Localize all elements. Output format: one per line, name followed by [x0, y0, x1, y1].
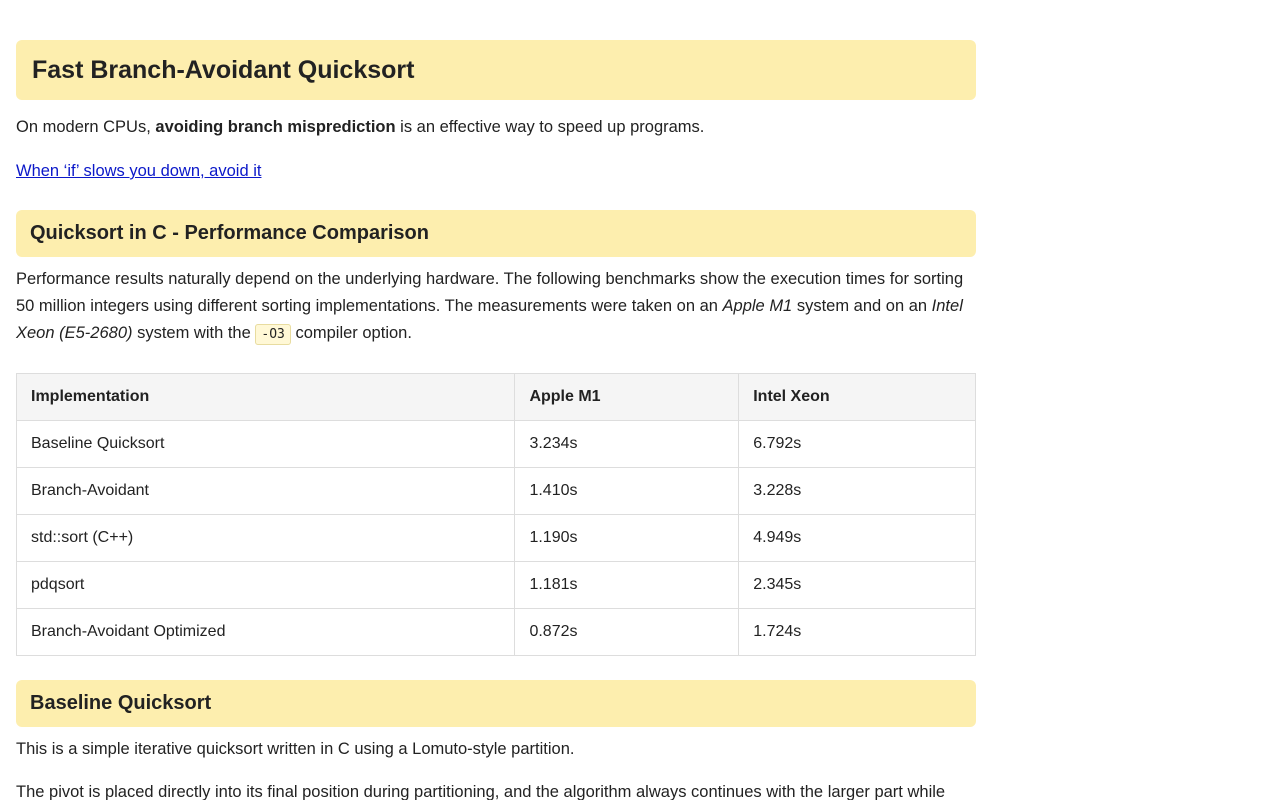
- cell-intel-xeon: 1.724s: [738, 608, 976, 656]
- cell-implementation: std::sort (C++): [15, 514, 516, 562]
- cell-apple-m1: 1.181s: [514, 561, 740, 609]
- system-apple-m1: Apple M1: [722, 297, 793, 315]
- section-title-performance: Quicksort in C - Performance Comparison: [30, 222, 429, 244]
- performance-text-3: system with the: [132, 324, 256, 342]
- column-header-apple-m1: Apple M1: [514, 373, 740, 421]
- page-title: Fast Branch-Avoidant Quicksort: [32, 55, 415, 84]
- title-banner: Fast Branch-Avoidant Quicksort: [16, 40, 976, 100]
- cell-apple-m1: 0.872s: [514, 608, 740, 656]
- cell-implementation: Branch-Avoidant Optimized: [15, 608, 516, 656]
- table-row: Branch-Avoidant Optimized 0.872s 1.724s: [15, 608, 976, 656]
- cell-implementation: Branch-Avoidant: [15, 467, 516, 515]
- intro-text-start: On modern CPUs,: [16, 118, 156, 136]
- column-header-implementation: Implementation: [15, 373, 516, 421]
- table-row: Branch-Avoidant 1.410s 3.228s: [15, 467, 976, 515]
- link-paragraph: When ‘if’ slows you down, avoid it: [16, 158, 976, 185]
- related-article-link[interactable]: When ‘if’ slows you down, avoid it: [16, 162, 261, 180]
- table-row: std::sort (C++) 1.190s 4.949s: [15, 514, 976, 562]
- benchmark-table: Implementation Apple M1 Intel Xeon Basel…: [15, 373, 976, 656]
- table-row: Baseline Quicksort 3.234s 6.792s: [15, 420, 976, 468]
- table-header-row: Implementation Apple M1 Intel Xeon: [15, 373, 976, 421]
- table-row: pdqsort 1.181s 2.345s: [15, 561, 976, 609]
- column-header-intel-xeon: Intel Xeon: [738, 373, 976, 421]
- section-heading-baseline: Baseline Quicksort: [16, 680, 976, 727]
- cell-apple-m1: 1.190s: [514, 514, 740, 562]
- intro-emphasis: avoiding branch misprediction: [155, 118, 396, 136]
- intro-text-end: is an effective way to speed up programs…: [395, 118, 705, 136]
- intro-paragraph: On modern CPUs, avoiding branch mispredi…: [16, 114, 976, 141]
- section-heading-performance: Quicksort in C - Performance Comparison: [16, 210, 976, 257]
- cell-intel-xeon: 3.228s: [738, 467, 976, 515]
- cell-implementation: pdqsort: [15, 561, 516, 609]
- performance-text-4: compiler option.: [290, 324, 412, 342]
- cell-intel-xeon: 6.792s: [738, 420, 976, 468]
- cell-intel-xeon: 2.345s: [738, 561, 976, 609]
- performance-text-2: system and on an: [792, 297, 932, 315]
- performance-paragraph: Performance results naturally depend on …: [16, 266, 976, 348]
- compiler-flag-code: -O3: [255, 324, 291, 345]
- baseline-paragraph-2: The pivot is placed directly into its fi…: [16, 783, 946, 800]
- baseline-paragraph-1: This is a simple iterative quicksort wri…: [16, 740, 575, 758]
- cell-apple-m1: 3.234s: [514, 420, 740, 468]
- section-title-baseline: Baseline Quicksort: [30, 692, 212, 714]
- cell-apple-m1: 1.410s: [514, 467, 740, 515]
- article: Fast Branch-Avoidant Quicksort On modern…: [15, 0, 976, 800]
- cell-intel-xeon: 4.949s: [738, 514, 976, 562]
- cell-implementation: Baseline Quicksort: [15, 420, 516, 468]
